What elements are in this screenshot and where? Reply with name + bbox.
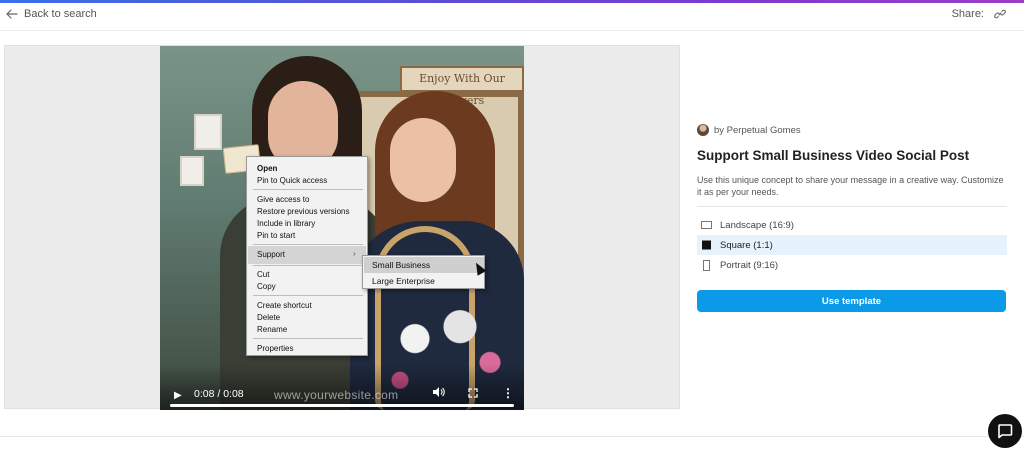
menu-item: Open [257,164,278,173]
menu-item: Create shortcut [257,301,312,310]
format-options: Landscape (16:9) Square (1:1) Portrait (… [697,215,1007,275]
menu-item: Pin to Quick access [257,176,328,185]
menu-item-support: Support [257,250,286,259]
menu-divider [253,189,363,190]
menu-item: Cut [257,270,270,279]
menu-item: Restore previous versions [257,207,350,216]
portrait-icon [703,259,710,271]
template-description: Use this unique concept to share your me… [697,175,1004,197]
scene-sign: Enjoy With Our Flowers [400,66,524,107]
video-progress-bar[interactable] [170,404,514,407]
scene-person-face [390,118,456,202]
more-options-icon[interactable]: ⋮ [502,386,514,400]
format-label: Landscape (16:9) [720,219,794,231]
menu-divider [253,265,363,266]
menu-item: Properties [257,344,294,353]
landscape-icon [701,221,712,229]
footer-divider [0,436,1024,437]
submenu-graphic: Small Business Large Enterprise [362,255,485,289]
video-time: 0:08 / 0:08 [194,388,244,400]
menu-divider [253,338,363,339]
use-template-button[interactable]: Use template [697,290,1006,312]
submenu-item: Small Business [372,260,431,270]
menu-item: Delete [257,313,281,322]
divider [697,206,1007,207]
format-option-portrait[interactable]: Portrait (9:16) [697,255,1007,275]
link-icon[interactable] [994,8,1006,20]
format-option-landscape[interactable]: Landscape (16:9) [697,215,1007,235]
menu-divider [253,244,363,245]
arrow-left-icon [6,9,18,19]
format-label: Portrait (9:16) [720,259,779,271]
menu-item: Include in library [257,219,316,228]
chat-bubble-icon [998,424,1013,439]
volume-icon[interactable] [432,386,445,398]
back-label: Back to search [24,8,97,20]
menu-item: Rename [257,325,288,334]
format-label: Square (1:1) [720,239,773,251]
avatar [697,124,709,136]
menu-item: Give access to [257,195,310,204]
header: Back to search Share: [0,3,1024,31]
page-title: Support Small Business Video Social Post [697,148,970,163]
watermark: www.yourwebsite.com [274,388,399,402]
author-row: by Perpetual Gomes [697,124,1007,136]
submenu-item: Large Enterprise [372,276,435,286]
chat-button[interactable] [988,414,1022,448]
square-icon [702,240,711,250]
menu-item: Copy [257,282,276,291]
fullscreen-icon[interactable] [468,388,478,398]
author-name[interactable]: by Perpetual Gomes [714,125,801,136]
chevron-right-icon: › [353,249,356,258]
share-area: Share: [952,8,1006,20]
template-preview-area: Enjoy With Our Flowers Open Pin to Quick… [4,45,680,410]
video-controls: ▶ 0:08 / 0:08 www.yourwebsite.com ⋮ [160,364,524,410]
share-label: Share: [951,8,984,20]
play-icon[interactable]: ▶ [174,390,182,401]
template-details-panel: by Perpetual Gomes Support Small Busines… [697,124,1007,312]
context-menu-graphic: Open Pin to Quick access Give access to … [246,156,368,356]
scene-frame [194,114,222,150]
menu-divider [253,295,363,296]
scene-frame [180,156,204,186]
menu-item: Pin to start [257,231,296,240]
back-to-search-link[interactable]: Back to search [6,8,97,20]
video-player[interactable]: Enjoy With Our Flowers Open Pin to Quick… [160,46,524,410]
format-option-square[interactable]: Square (1:1) [697,235,1007,255]
